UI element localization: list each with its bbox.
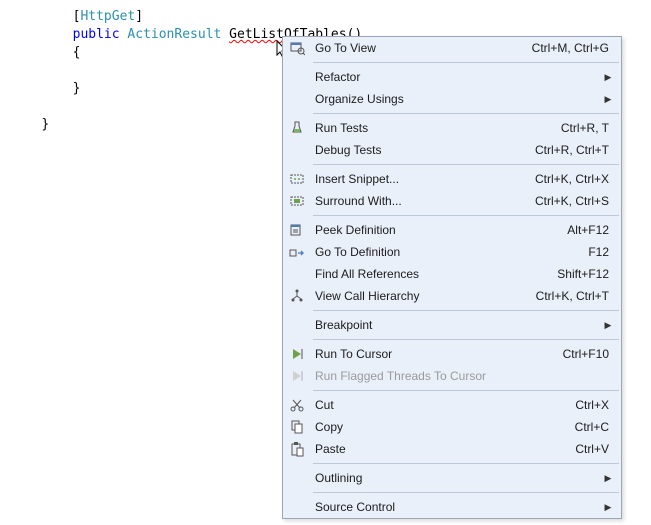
hierarchy-icon [283,285,311,307]
menu-label: Surround With... [311,194,527,208]
submenu-arrow-icon: ▶ [601,473,615,484]
type-actionresult: ActionResult [127,27,221,42]
copy-icon [283,416,311,438]
menu-item-surround-with[interactable]: Surround With...Ctrl+K, Ctrl+S [283,190,621,212]
menu-label: Go To View [311,41,524,55]
goto-view-icon [283,37,311,59]
keyword-public: public [73,27,120,42]
menu-separator [313,339,619,340]
menu-separator [313,390,619,391]
menu-shortcut: Ctrl+V [567,442,615,456]
menu-icon-empty [283,496,311,518]
menu-shortcut: Ctrl+R, Ctrl+T [527,143,615,157]
run-cursor-icon [283,343,311,365]
menu-item-go-to-definition[interactable]: Go To DefinitionF12 [283,241,621,263]
menu-label: Copy [311,420,567,434]
menu-label: Run To Cursor [311,347,555,361]
menu-label: Peek Definition [311,223,559,237]
menu-item-outlining[interactable]: Outlining▶ [283,467,621,489]
menu-item-go-to-view[interactable]: Go To ViewCtrl+M, Ctrl+G [283,37,621,59]
goto-def-icon [283,241,311,263]
menu-item-run-tests[interactable]: Run TestsCtrl+R, T [283,117,621,139]
menu-item-cut[interactable]: CutCtrl+X [283,394,621,416]
brace-close-outer: } [41,117,49,132]
menu-shortcut: Ctrl+K, Ctrl+T [528,289,615,303]
menu-shortcut: Alt+F12 [559,223,615,237]
menu-shortcut: Ctrl+X [567,398,615,412]
context-menu: Go To ViewCtrl+M, Ctrl+GRefactor▶Organiz… [282,36,622,519]
menu-label: Paste [311,442,567,456]
submenu-arrow-icon: ▶ [601,502,615,513]
run-flagged-icon [283,365,311,387]
attr-bracket-close: ] [135,9,143,24]
menu-label: Go To Definition [311,245,580,259]
menu-item-breakpoint[interactable]: Breakpoint▶ [283,314,621,336]
menu-label: Breakpoint [311,318,601,332]
menu-item-paste[interactable]: PasteCtrl+V [283,438,621,460]
submenu-arrow-icon: ▶ [601,94,615,105]
menu-label: Organize Usings [311,92,601,106]
menu-label: Cut [311,398,567,412]
menu-item-copy[interactable]: CopyCtrl+C [283,416,621,438]
menu-label: Refactor [311,70,601,84]
menu-separator [313,310,619,311]
menu-label: Debug Tests [311,143,527,157]
menu-label: Run Tests [311,121,553,135]
menu-icon-empty [283,314,311,336]
menu-label: View Call Hierarchy [311,289,528,303]
menu-item-debug-tests[interactable]: Debug TestsCtrl+R, Ctrl+T [283,139,621,161]
snippet-icon [283,168,311,190]
menu-shortcut: Ctrl+K, Ctrl+S [527,194,615,208]
menu-shortcut: F12 [580,245,615,259]
menu-item-view-call-hierarchy[interactable]: View Call HierarchyCtrl+K, Ctrl+T [283,285,621,307]
menu-item-refactor[interactable]: Refactor▶ [283,66,621,88]
submenu-arrow-icon: ▶ [601,72,615,83]
menu-label: Outlining [311,471,601,485]
menu-separator [313,463,619,464]
menu-separator [313,492,619,493]
submenu-arrow-icon: ▶ [601,320,615,331]
menu-shortcut: Ctrl+R, T [553,121,615,135]
menu-label: Insert Snippet... [311,172,527,186]
menu-separator [313,113,619,114]
cut-icon [283,394,311,416]
menu-shortcut: Ctrl+M, Ctrl+G [524,41,615,55]
menu-icon-empty [283,88,311,110]
menu-icon-empty [283,139,311,161]
menu-separator [313,164,619,165]
menu-icon-empty [283,263,311,285]
paste-icon [283,438,311,460]
run-tests-icon [283,117,311,139]
menu-icon-empty [283,66,311,88]
menu-label: Source Control [311,500,601,514]
menu-shortcut: Shift+F12 [549,267,615,281]
brace-close-inner: } [73,81,81,96]
menu-item-organize-usings[interactable]: Organize Usings▶ [283,88,621,110]
menu-item-insert-snippet[interactable]: Insert Snippet...Ctrl+K, Ctrl+X [283,168,621,190]
menu-shortcut: Ctrl+K, Ctrl+X [527,172,615,186]
menu-label: Find All References [311,267,549,281]
menu-item-run-to-cursor[interactable]: Run To CursorCtrl+F10 [283,343,621,365]
menu-icon-empty [283,467,311,489]
attribute-name: HttpGet [80,9,135,24]
brace-open-inner: { [73,45,81,60]
menu-item-source-control[interactable]: Source Control▶ [283,496,621,518]
menu-item-peek-definition[interactable]: Peek DefinitionAlt+F12 [283,219,621,241]
menu-item-run-flagged-threads-to-cursor: Run Flagged Threads To Cursor [283,365,621,387]
menu-item-find-all-references[interactable]: Find All ReferencesShift+F12 [283,263,621,285]
menu-separator [313,62,619,63]
menu-shortcut: Ctrl+F10 [555,347,615,361]
peek-icon [283,219,311,241]
menu-separator [313,215,619,216]
menu-label: Run Flagged Threads To Cursor [311,369,601,383]
menu-shortcut: Ctrl+C [567,420,615,434]
surround-icon [283,190,311,212]
